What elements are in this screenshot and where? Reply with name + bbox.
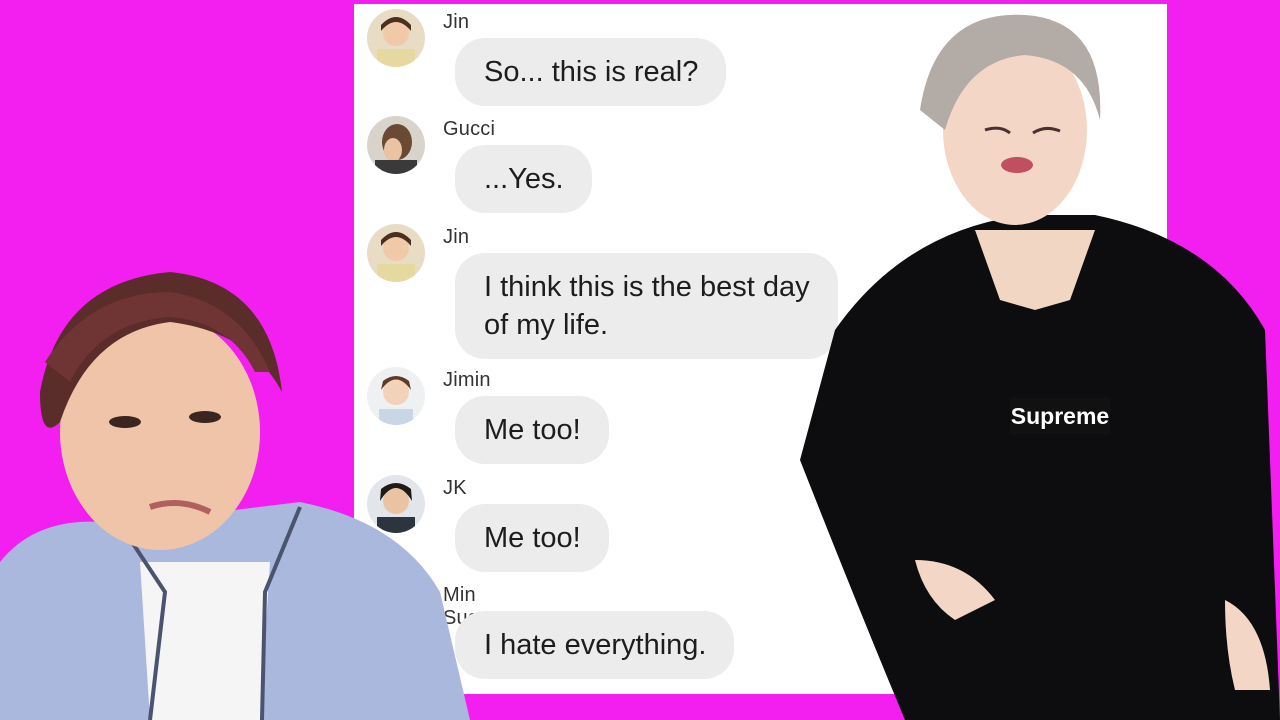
message-sender: Jin [443, 11, 470, 33]
message-text: of my life. [484, 309, 609, 341]
message-text: Me too! [484, 522, 581, 554]
message-bubble: So... this is real? [455, 38, 727, 106]
supreme-logo: Supreme [1011, 403, 1109, 429]
jin-avatar [367, 9, 425, 67]
message-bubble: ...Yes. [455, 145, 592, 213]
message-text: So... this is real? [484, 56, 699, 88]
message-bubble: I think this is the best day of my life. [455, 253, 838, 359]
message-text: I think this is the best day [484, 271, 810, 303]
message-bubble: Me too! [455, 396, 609, 464]
left-person-image [0, 272, 470, 720]
message-bubble: Me too! [455, 504, 609, 572]
message-text: I hate everything. [484, 629, 707, 661]
message-sender: Jin [443, 226, 470, 248]
right-person-image: Supreme [800, 14, 1280, 720]
message-sender: Gucci [443, 118, 496, 140]
message-text: ...Yes. [484, 163, 564, 195]
message-text: Me too! [484, 414, 581, 446]
message-bubble: I hate everything. [455, 611, 735, 679]
gucci-avatar [367, 116, 425, 174]
